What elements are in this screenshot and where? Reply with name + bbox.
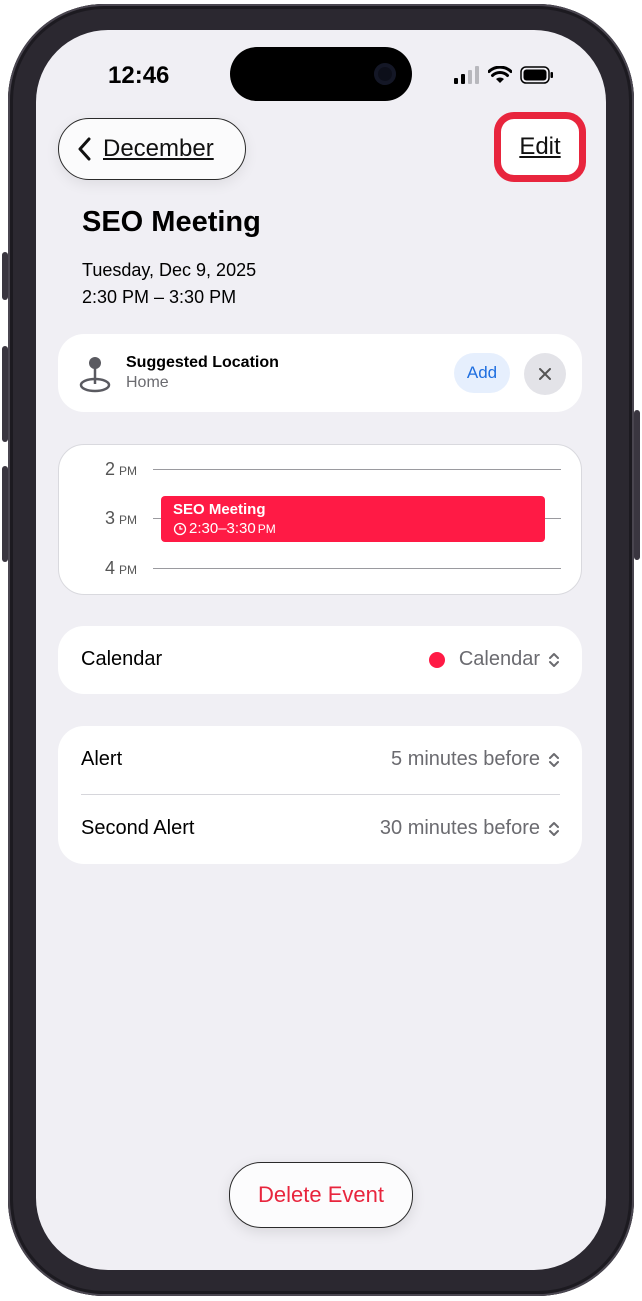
timeline-event-block[interactable]: SEO Meeting 2:30–3:30 PM (161, 496, 545, 542)
signal-icon (454, 66, 479, 84)
second-alert-row[interactable]: Second Alert 30 minutes before (58, 795, 582, 863)
event-date: Tuesday, Dec 9, 2025 (82, 260, 257, 280)
volume-down-button (2, 466, 8, 562)
alerts-card: Alert 5 minutes before Second Alert 30 m… (58, 726, 582, 864)
map-pin-icon (79, 357, 111, 393)
chevron-up-down-icon (549, 821, 559, 836)
action-button (2, 252, 8, 300)
add-location-button[interactable]: Add (454, 353, 510, 393)
alert-label: Alert (81, 748, 123, 770)
calendar-row[interactable]: Calendar Calendar (58, 626, 582, 694)
status-icons (454, 66, 554, 84)
day-timeline: 2 PM 3 PM 4 PM SEO Meeting 2:30–3:30 PM (58, 444, 582, 595)
back-button[interactable]: December (58, 118, 246, 180)
side-button (634, 410, 640, 560)
alert-value: 5 minutes before (391, 748, 560, 771)
calendar-value: Calendar (428, 648, 560, 671)
dismiss-location-button[interactable] (524, 353, 566, 395)
edit-button-label: Edit (519, 133, 561, 160)
alert-row[interactable]: Alert 5 minutes before (58, 726, 582, 794)
edit-button[interactable]: Edit (494, 112, 586, 182)
calendar-color-dot (428, 651, 445, 668)
chevron-up-down-icon (549, 652, 559, 667)
timeline-hour: 4 PM (59, 558, 583, 578)
suggested-location-card: Suggested Location Home Add (58, 334, 582, 412)
chevron-left-icon (78, 137, 91, 161)
second-alert-value: 30 minutes before (380, 817, 560, 840)
delete-event-button[interactable]: Delete Event (229, 1162, 413, 1228)
chevron-up-down-icon (549, 752, 559, 767)
status-time: 12:46 (108, 62, 170, 89)
screen: 12:46 December Edit SEO Meeting Tuesday,… (36, 30, 606, 1270)
wifi-icon (488, 66, 512, 83)
volume-up-button (2, 346, 8, 442)
location-title: Suggested Location (126, 354, 279, 371)
second-alert-label: Second Alert (81, 817, 195, 839)
dynamic-island (230, 47, 412, 101)
camera-icon (374, 63, 396, 85)
timeline-event-name: SEO Meeting (173, 501, 266, 518)
timeline-event-time: 2:30–3:30 PM (173, 520, 276, 537)
calendar-card: Calendar Calendar (58, 626, 582, 694)
event-title: SEO Meeting (82, 206, 261, 238)
timeline-hour: 2 PM (59, 459, 583, 479)
back-button-label: December (103, 135, 214, 162)
battery-icon (520, 66, 553, 84)
event-time-range: 2:30 PM – 3:30 PM (82, 287, 237, 307)
clock-icon (173, 522, 187, 535)
close-icon (539, 368, 551, 380)
calendar-label: Calendar (81, 648, 163, 670)
location-subtitle: Home (126, 374, 169, 391)
